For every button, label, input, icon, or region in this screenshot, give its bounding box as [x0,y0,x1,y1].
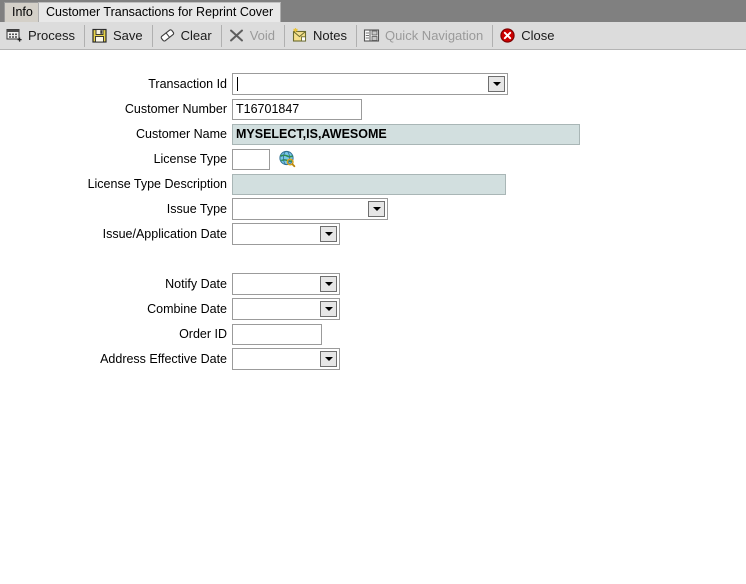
field-row-license-type: License Type [0,148,296,170]
notes-button[interactable]: Notes [285,23,356,49]
combine-date-label: Combine Date [147,302,227,316]
close-circle-icon [499,27,516,44]
notify-date-picker[interactable] [232,273,340,295]
clear-label: Clear [180,28,212,43]
save-button[interactable]: Save [85,23,152,49]
field-row-license-type-description: License Type Description [0,173,506,195]
license-type-input[interactable] [232,148,270,170]
field-row-order-id: Order ID [0,323,322,345]
field-row-customer-number: Customer Number T16701847 [0,98,362,120]
chevron-down-icon[interactable] [488,76,505,92]
void-button[interactable]: Void [222,23,284,49]
tab-strip: Info Customer Transactions for Reprint C… [0,0,746,22]
customer-number-label: Customer Number [124,102,227,116]
notes-icon [291,27,308,44]
floppy-disk-icon [91,27,108,44]
eraser-icon [159,27,176,44]
save-label: Save [112,28,143,43]
field-row-issue-type: Issue Type [0,198,388,220]
chevron-down-icon[interactable] [320,301,337,317]
quick-navigation-label: Quick Navigation [384,28,484,43]
issue-type-label: Issue Type [166,202,227,216]
form-panel: Transaction Id Customer Number T16701847… [0,50,746,584]
chevron-down-icon[interactable] [320,226,337,242]
tab-customer-transactions-for-reprint-cover[interactable]: Customer Transactions for Reprint Cover [38,2,282,22]
globe-search-icon[interactable] [278,150,296,168]
issue-application-date-picker[interactable] [232,223,340,245]
chevron-down-icon[interactable] [368,201,385,217]
customer-number-input[interactable]: T16701847 [232,98,362,120]
field-row-customer-name: Customer Name MYSELECT,IS,AWESOME [0,123,580,145]
issue-application-date-label: Issue/Application Date [102,227,227,241]
chevron-down-icon[interactable] [320,276,337,292]
order-id-input[interactable] [232,323,322,345]
close-label: Close [521,28,555,43]
issue-type-combobox[interactable] [232,198,388,220]
field-row-notify-date: Notify Date [0,273,340,295]
clear-button[interactable]: Clear [153,23,221,49]
process-icon [6,27,23,44]
license-type-label: License Type [153,152,227,166]
license-type-description-label: License Type Description [87,177,227,191]
customer-name-label: Customer Name [136,127,227,141]
address-effective-date-picker[interactable] [232,348,340,370]
customer-name-value: MYSELECT,IS,AWESOME [232,123,580,145]
chevron-down-icon[interactable] [320,351,337,367]
transaction-id-value [233,77,488,92]
field-row-address-effective-date: Address Effective Date [0,348,340,370]
process-label: Process [28,28,75,43]
quick-navigation-icon [363,27,380,44]
field-row-combine-date: Combine Date [0,298,340,320]
toolbar: Process Save Clear Void Notes Quick Navi… [0,22,746,50]
transaction-id-label: Transaction Id [148,77,227,91]
address-effective-date-label: Address Effective Date [100,352,227,366]
transaction-id-combobox[interactable] [232,73,508,95]
close-button[interactable]: Close [493,23,563,49]
notes-label: Notes [313,28,347,43]
order-id-label: Order ID [179,327,227,341]
void-label: Void [249,28,275,43]
application-window: Info Customer Transactions for Reprint C… [0,0,746,584]
combine-date-picker[interactable] [232,298,340,320]
notify-date-label: Notify Date [165,277,227,291]
field-row-issue-application-date: Issue/Application Date [0,223,340,245]
process-button[interactable]: Process [0,23,84,49]
x-mark-icon [228,27,245,44]
license-type-description-value [232,173,506,195]
tab-info[interactable]: Info [4,2,41,22]
quick-navigation-button[interactable]: Quick Navigation [357,23,492,49]
field-row-transaction-id: Transaction Id [0,73,508,95]
